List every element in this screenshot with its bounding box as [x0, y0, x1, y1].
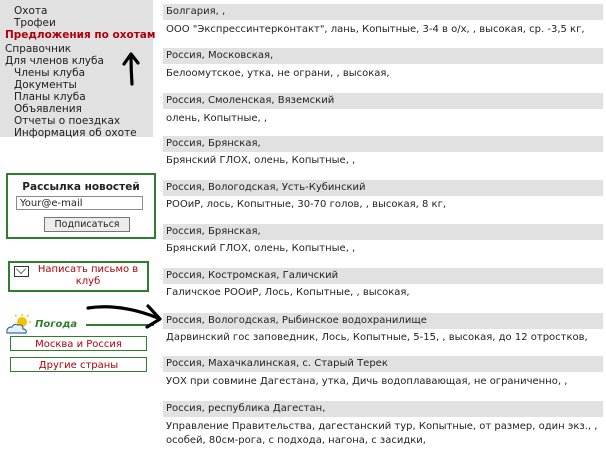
- menu-item-club-members[interactable]: Члены клуба: [14, 67, 85, 79]
- menu-item-hunting-info[interactable]: Информация об охоте: [14, 127, 137, 139]
- offer-header[interactable]: Россия, республика Дагестан,: [163, 401, 603, 417]
- offer-details[interactable]: особей, 80см-рога, с подхода, нагона, с …: [166, 433, 603, 448]
- offer-details[interactable]: Белоомутское, утка, не ограни, , высокая…: [166, 66, 603, 81]
- offer-header[interactable]: Россия, Костромская, Галичский: [163, 268, 603, 284]
- weather-header: Погода: [4, 314, 154, 336]
- offer-details[interactable]: Галичское РООиР, Лось, Копытные, , высок…: [166, 285, 603, 300]
- menu-item-hunt-offers[interactable]: Предложения по охотам: [5, 29, 155, 41]
- offer-header[interactable]: Россия, Брянская,: [163, 136, 603, 152]
- weather-divider: [86, 324, 154, 326]
- offer-header[interactable]: Россия, Вологодская, Рыбинское водохрани…: [163, 313, 603, 329]
- offer-header[interactable]: Россия, Махачкалинская, с. Старый Терек: [163, 356, 603, 372]
- offer-details[interactable]: ООО "Экспрессинтерконтакт", лань, Копытн…: [166, 22, 603, 37]
- menu-item-members-section[interactable]: Для членов клуба: [5, 55, 104, 67]
- newsletter-box: Рассылка новостей Подписаться: [6, 173, 156, 239]
- menu-item-documents[interactable]: Документы: [14, 79, 77, 91]
- offer-header[interactable]: Россия, Брянская,: [163, 224, 603, 240]
- offer-details[interactable]: Брянский ГЛОХ, олень, Копытные, ,: [166, 241, 603, 256]
- envelope-icon: [14, 266, 29, 277]
- write-letter-label: Написать письмо в клуб: [37, 264, 139, 287]
- sidebar: Охота Трофеи Предложения по охотам Справ…: [0, 0, 156, 455]
- menu-item-reference[interactable]: Справочник: [5, 43, 71, 55]
- offer-header[interactable]: Россия, Московская,: [163, 48, 603, 64]
- offer-details[interactable]: Дарвинский гос заповедник, Лось, Копытны…: [166, 330, 603, 345]
- offer-details[interactable]: УОХ при совмине Дагестана, утка, Дичь во…: [166, 374, 603, 389]
- sun-cloud-icon: [6, 314, 31, 334]
- weather-moscow-russia-button[interactable]: Москва и Россия: [10, 336, 147, 351]
- offer-details[interactable]: Управление Правительства, дагестанский т…: [166, 419, 603, 434]
- weather-title: Погода: [35, 319, 78, 330]
- menu-item-club-plans[interactable]: Планы клуба: [14, 91, 86, 103]
- offer-details[interactable]: РООиР, лось, Копытные, 30-70 голов, , вы…: [166, 197, 603, 212]
- menu-item-announcements[interactable]: Объявления: [14, 103, 82, 115]
- email-input[interactable]: [16, 196, 143, 210]
- menu-item-trophies[interactable]: Трофеи: [14, 17, 56, 29]
- menu-item-hunting[interactable]: Охота: [14, 5, 47, 17]
- offer-details[interactable]: олень, Копытные, ,: [166, 111, 603, 126]
- offer-header[interactable]: Болгария, ,: [163, 4, 603, 20]
- weather-other-countries-button[interactable]: Другие страны: [10, 357, 147, 372]
- sidebar-menu: Охота Трофеи Предложения по охотам Справ…: [0, 0, 155, 139]
- subscribe-button[interactable]: Подписаться: [44, 217, 130, 232]
- write-letter-button[interactable]: Написать письмо в клуб: [8, 261, 149, 292]
- offer-header[interactable]: Россия, Вологодская, Усть-Кубинский: [163, 180, 603, 196]
- menu-item-trip-reports[interactable]: Отчеты о поездках: [14, 115, 120, 127]
- offer-details[interactable]: Брянский ГЛОХ, олень, Копытные, ,: [166, 153, 603, 168]
- offer-header[interactable]: Россия, Смоленская, Вяземский: [163, 93, 603, 109]
- newsletter-title: Рассылка новостей: [22, 181, 140, 193]
